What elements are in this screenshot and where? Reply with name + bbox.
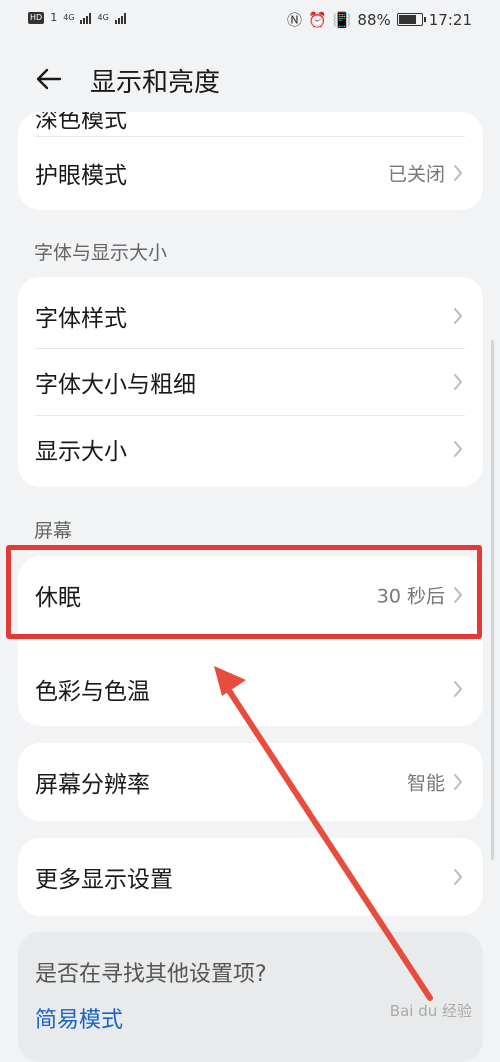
network-label-2: 4G xyxy=(97,13,109,22)
header: 显示和亮度 xyxy=(0,52,500,106)
card-eye-care: 深色模式 护眼模式 已关闭 xyxy=(18,112,483,210)
signal-icon-2 xyxy=(114,12,126,24)
chevron-right-icon xyxy=(454,774,463,790)
color-temperature-label: 色彩与色温 xyxy=(35,679,150,705)
display-size-row[interactable]: 显示大小 xyxy=(18,416,483,482)
section-screen: 屏幕 xyxy=(34,520,73,542)
watermark: Bai du 经验 xyxy=(389,1002,472,1020)
clock: 17:21 xyxy=(428,10,472,29)
font-style-row[interactable]: 字体样式 xyxy=(18,283,483,349)
eye-comfort-row[interactable]: 护眼模式 已关闭 xyxy=(18,140,483,206)
nfc-icon: Ⓝ xyxy=(287,11,303,29)
color-temperature-row[interactable]: 色彩与色温 xyxy=(18,656,483,722)
card-resolution: 屏幕分辨率 智能 xyxy=(18,743,483,821)
card-font: 字体样式 字体大小与粗细 显示大小 xyxy=(18,277,483,487)
font-size-row[interactable]: 字体大小与粗细 xyxy=(18,349,483,415)
status-bar: HD 1 4G 4G Ⓝ ⏰ 📳 88% 17:21 xyxy=(0,0,500,38)
battery-icon xyxy=(396,13,426,26)
status-left: HD 1 4G 4G xyxy=(28,11,126,24)
eye-comfort-label: 护眼模式 xyxy=(35,163,127,189)
divider xyxy=(35,136,465,137)
section-font: 字体与显示大小 xyxy=(34,242,168,264)
status-right: Ⓝ ⏰ 📳 88% 17:21 xyxy=(287,9,472,30)
card-more-display: 更多显示设置 xyxy=(18,838,483,916)
signal-icon-1 xyxy=(80,12,92,24)
chevron-right-icon xyxy=(454,681,463,697)
battery-level xyxy=(398,15,417,24)
display-size-label: 显示大小 xyxy=(35,439,127,465)
chevron-right-icon xyxy=(454,441,463,457)
page-title: 显示和亮度 xyxy=(90,68,221,98)
font-style-label: 字体样式 xyxy=(35,306,127,332)
chevron-right-icon xyxy=(454,374,463,390)
more-display-row[interactable]: 更多显示设置 xyxy=(18,844,483,910)
vibrate-icon: 📳 xyxy=(332,10,352,29)
dark-mode-label-clipped: 深色模式 xyxy=(35,112,127,133)
eye-comfort-value: 已关闭 xyxy=(387,163,445,186)
font-size-label: 字体大小与粗细 xyxy=(35,372,196,398)
battery-percent: 88% xyxy=(357,10,391,29)
sim1-label: 1 xyxy=(50,11,58,24)
simple-mode-link[interactable]: 简易模式 xyxy=(35,1002,123,1034)
more-display-label: 更多显示设置 xyxy=(35,867,173,893)
back-arrow-icon[interactable] xyxy=(34,64,64,94)
network-label-1: 4G xyxy=(63,13,75,22)
resolution-label: 屏幕分辨率 xyxy=(35,772,150,798)
chevron-right-icon xyxy=(454,308,463,324)
resolution-value: 智能 xyxy=(406,772,445,795)
resolution-row[interactable]: 屏幕分辨率 智能 xyxy=(18,749,483,815)
scrollbar[interactable] xyxy=(491,340,494,860)
chevron-right-icon xyxy=(454,165,463,181)
hd-badge: HD xyxy=(28,11,45,24)
search-suggestion-card: 是否在寻找其他设置项? 简易模式 xyxy=(18,932,483,1062)
alarm-icon: ⏰ xyxy=(308,10,327,29)
suggestion-question: 是否在寻找其他设置项? xyxy=(35,962,267,987)
highlight-box xyxy=(6,545,482,639)
chevron-right-icon xyxy=(454,869,463,885)
